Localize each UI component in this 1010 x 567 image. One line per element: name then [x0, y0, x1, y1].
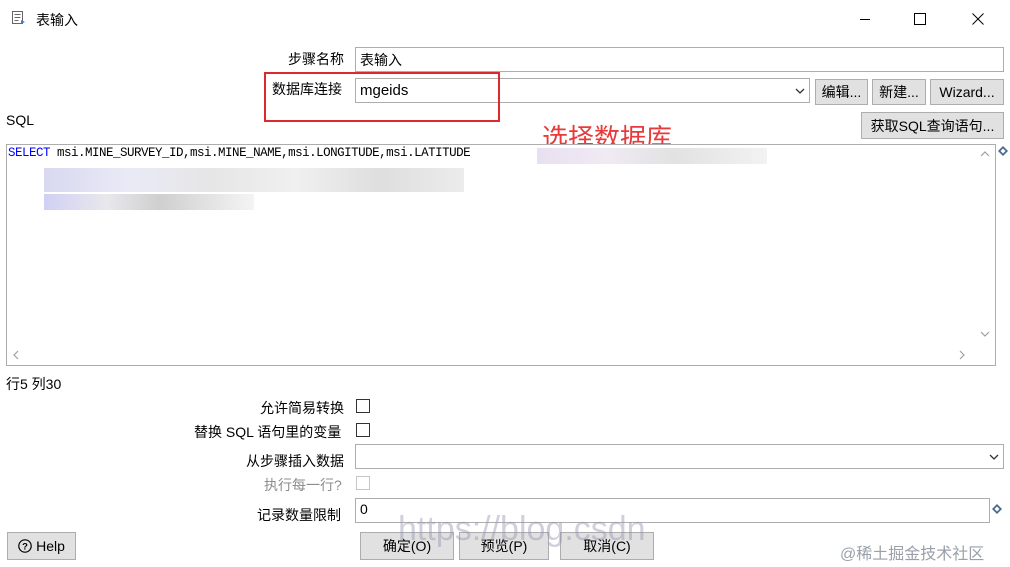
vertical-scrollbar[interactable]	[975, 145, 995, 345]
scroll-left-icon[interactable]	[13, 350, 19, 360]
watermark-community: @稀土掘金技术社区	[840, 546, 985, 563]
highlight-box	[264, 72, 500, 122]
table-input-icon	[12, 11, 26, 25]
scroll-down-icon[interactable]	[980, 331, 990, 337]
variable-diamond-icon	[998, 146, 1008, 156]
window-title: 表输入	[36, 12, 78, 28]
scroll-up-icon[interactable]	[980, 151, 990, 157]
help-button[interactable]: ? Help	[7, 532, 76, 560]
help-icon: ?	[18, 539, 32, 553]
redacted-text	[44, 168, 464, 192]
lazy-conversion-label: 允许简易转换	[260, 400, 344, 416]
redacted-text	[44, 194, 254, 210]
execute-each-row-label: 执行每一行?	[264, 477, 342, 493]
wizard-button[interactable]: Wizard...	[930, 79, 1004, 105]
lazy-conversion-checkbox[interactable]	[356, 399, 370, 413]
cursor-position: 行5 列30	[6, 376, 62, 392]
minimize-icon	[860, 19, 870, 20]
help-label: Help	[36, 538, 65, 554]
horizontal-scrollbar[interactable]	[7, 345, 975, 365]
insert-from-step-label: 从步骤插入数据	[246, 453, 344, 469]
close-button[interactable]	[955, 0, 1001, 38]
get-sql-button[interactable]: 获取SQL查询语句...	[861, 112, 1004, 139]
maximize-icon	[914, 13, 926, 25]
minimize-button[interactable]	[842, 0, 888, 38]
replace-vars-checkbox[interactable]	[356, 423, 370, 437]
redacted-text	[537, 148, 767, 164]
new-connection-button[interactable]: 新建...	[872, 79, 926, 105]
execute-each-row-checkbox[interactable]	[356, 476, 370, 490]
variable-diamond-icon	[992, 504, 1002, 514]
chevron-down-icon	[795, 85, 805, 97]
sql-label: SQL	[6, 112, 35, 128]
maximize-button[interactable]	[897, 0, 943, 38]
replace-vars-label: 替换 SQL 语句里的变量	[194, 424, 342, 440]
edit-connection-button[interactable]: 编辑...	[815, 79, 868, 105]
step-name-label: 步骤名称	[288, 51, 344, 67]
sql-columns: msi.MINE_SURVEY_ID,msi.MINE_NAME,msi.LON…	[57, 146, 471, 160]
sql-text[interactable]: SELECT msi.MINE_SURVEY_ID,msi.MINE_NAME,…	[8, 146, 471, 160]
sql-keyword: SELECT	[8, 146, 51, 160]
watermark-url: https://blog.csdn	[398, 510, 646, 548]
svg-text:?: ?	[22, 542, 28, 553]
insert-from-step-select[interactable]	[355, 444, 1004, 469]
close-icon	[972, 13, 984, 25]
scroll-right-icon[interactable]	[959, 350, 965, 360]
chevron-down-icon	[989, 451, 999, 463]
step-name-input[interactable]: 表输入	[355, 47, 1004, 72]
limit-label: 记录数量限制	[257, 507, 341, 523]
